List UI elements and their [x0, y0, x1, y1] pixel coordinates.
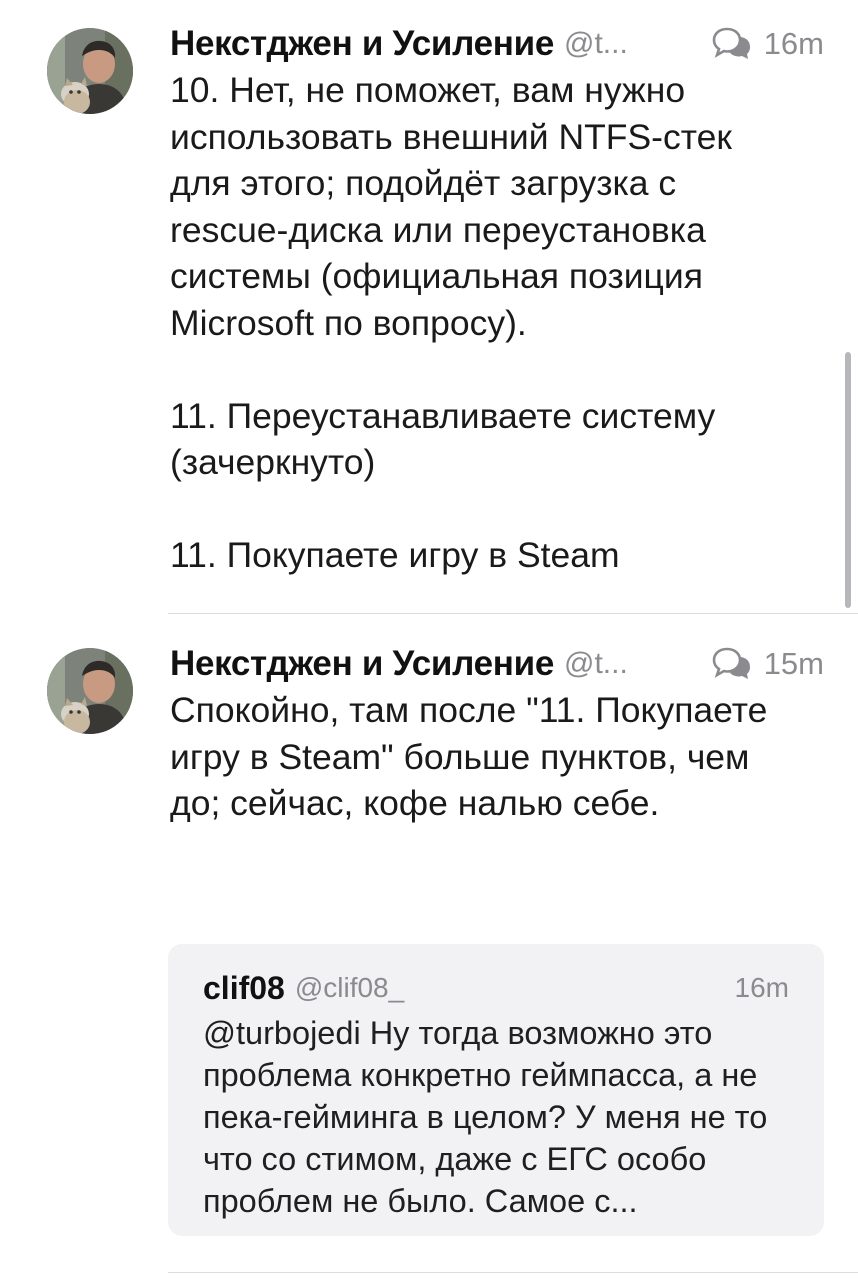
tweet-header: Некстджен и Усиление @t... 16m [170, 20, 824, 68]
conversation-bubbles-icon[interactable] [712, 26, 752, 62]
user-photo-icon [47, 648, 133, 734]
author-name[interactable]: Некстджен и Усиление [170, 644, 554, 684]
quoted-timestamp: 16m [734, 972, 789, 1003]
quoted-tweet-card[interactable]: clif08 @clif08_ 16m @turbojedi Ну тогда … [168, 944, 824, 1236]
tweet-text: Спокойно, там после "11. Покупаете игру … [170, 690, 778, 823]
author-handle: @t... [564, 27, 628, 60]
author-name[interactable]: Некстджен и Усиление [170, 24, 554, 64]
divider [168, 1272, 858, 1273]
quoted-tweet-header: clif08 @clif08_ 16m [203, 966, 789, 1010]
avatar[interactable] [47, 28, 133, 114]
conversation-bubbles-icon[interactable] [712, 646, 752, 682]
timestamp: 16m [763, 26, 824, 61]
avatar[interactable] [47, 648, 133, 734]
scrollbar[interactable] [845, 352, 851, 608]
author-handle: @t... [564, 647, 628, 680]
timestamp: 15m [763, 646, 824, 681]
quoted-tweet-text: @turbojedi Ну тогда возможно это проблем… [203, 1015, 768, 1219]
divider [168, 613, 858, 614]
quoted-author-name: clif08 [203, 969, 285, 1006]
user-photo-icon [47, 28, 133, 114]
tweet-text: 10. Нет, не поможет, вам нужно использов… [170, 70, 732, 575]
quoted-author-handle: @clif08_ [294, 972, 405, 1003]
tweet-header: Некстджен и Усиление @t... 15m [170, 640, 824, 688]
